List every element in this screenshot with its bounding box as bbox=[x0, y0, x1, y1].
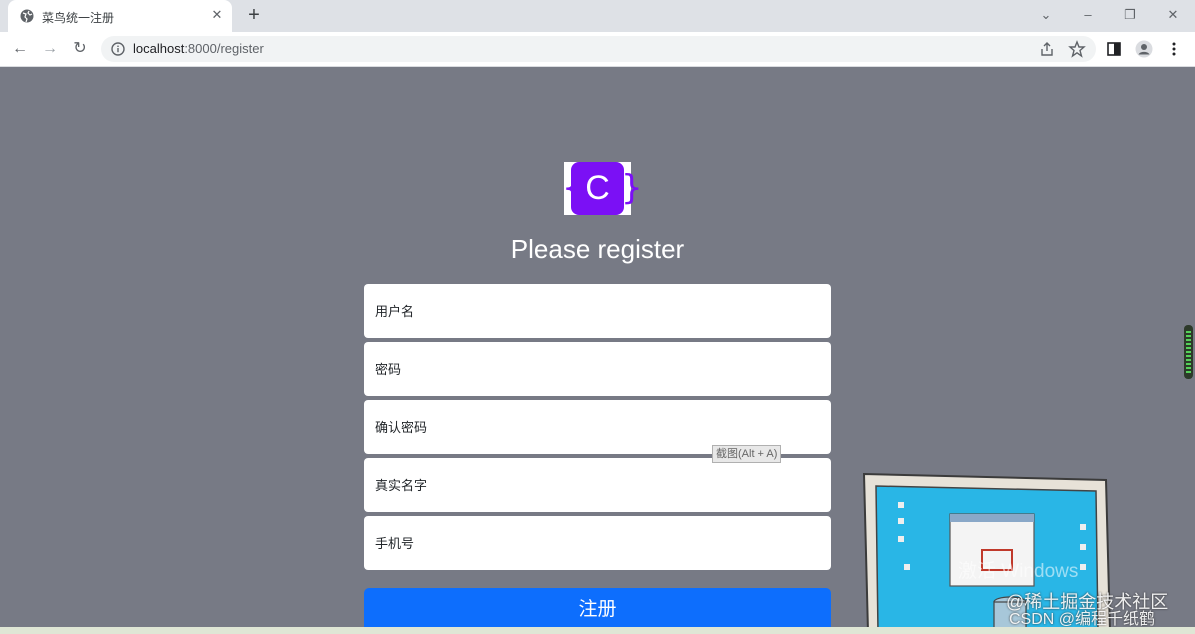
globe-icon bbox=[20, 9, 34, 23]
address-bar[interactable]: localhost:8000/register bbox=[101, 36, 1096, 62]
brand-logo: { C } bbox=[562, 162, 643, 215]
forward-button[interactable]: → bbox=[40, 39, 60, 59]
bookmark-star-icon[interactable] bbox=[1068, 40, 1086, 58]
tab-title: 菜鸟统一注册 bbox=[42, 11, 115, 25]
scroll-widget[interactable] bbox=[1184, 325, 1193, 379]
window-close-button[interactable]: ✕ bbox=[1163, 5, 1183, 25]
logo-letter: C bbox=[585, 169, 610, 207]
url-host: localhost bbox=[133, 41, 185, 56]
tab-strip: 菜鸟统一注册 ✕ + ⌄ – ❐ ✕ bbox=[0, 0, 1195, 32]
real-name-input[interactable] bbox=[364, 458, 831, 512]
tab-search-icon[interactable]: ⌄ bbox=[1036, 5, 1056, 25]
new-tab-button[interactable]: + bbox=[244, 5, 264, 25]
register-button[interactable]: 注册 bbox=[364, 588, 831, 627]
more-menu-icon[interactable] bbox=[1165, 40, 1183, 58]
phone-input[interactable] bbox=[364, 516, 831, 570]
restore-button[interactable]: ❐ bbox=[1120, 5, 1140, 25]
bottom-edge bbox=[0, 627, 1195, 634]
info-icon[interactable] bbox=[111, 42, 125, 56]
minimize-button[interactable]: – bbox=[1078, 5, 1098, 25]
csdn-watermark: CSDN @编程千纸鹤 bbox=[1009, 611, 1156, 627]
side-panel-icon[interactable] bbox=[1105, 40, 1123, 58]
activate-windows-text: 激活 Windows bbox=[958, 561, 1079, 582]
profile-avatar-icon[interactable] bbox=[1135, 40, 1153, 58]
browser-toolbar: ← → ↻ localhost:8000/register bbox=[0, 32, 1195, 67]
back-button[interactable]: ← bbox=[10, 39, 30, 59]
share-icon[interactable] bbox=[1038, 40, 1056, 58]
password-input[interactable] bbox=[364, 342, 831, 396]
reload-button[interactable]: ↻ bbox=[70, 39, 90, 59]
page-viewport: { C } Please register 注册 截图(Alt + A) 激活 … bbox=[0, 67, 1195, 627]
url-text[interactable]: localhost:8000/register bbox=[133, 41, 264, 56]
browser-tab[interactable]: 菜鸟统一注册 ✕ bbox=[8, 0, 232, 32]
page-title: Please register bbox=[510, 234, 685, 264]
url-path: :8000/register bbox=[184, 41, 264, 56]
close-icon[interactable]: ✕ bbox=[209, 7, 225, 23]
screenshot-tooltip: 截图(Alt + A) bbox=[712, 445, 782, 463]
username-input[interactable] bbox=[364, 284, 831, 338]
